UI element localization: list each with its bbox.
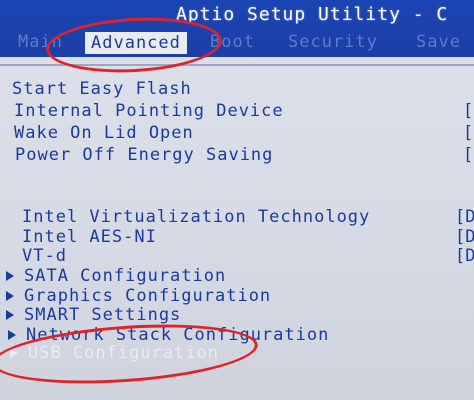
menu-item-label: Start Easy Flash: [12, 79, 192, 99]
menu-item-label: Intel AES-NI: [22, 227, 157, 247]
menu-item-label: Wake On Lid Open: [14, 123, 194, 143]
menu-item-intel-virtualization[interactable]: Intel Virtualization Technology: [22, 207, 370, 227]
menu-item-label: Internal Pointing Device: [14, 101, 284, 121]
submenu-arrow-icon: [6, 310, 14, 320]
menu-item-label: Power Off Energy Saving: [15, 145, 274, 165]
menu-item-label: Intel Virtualization Technology: [22, 207, 371, 227]
menu-item-network-stack-configuration[interactable]: Network Stack Configuration: [8, 325, 329, 345]
bios-header: Aptio Setup Utility - C Main Advanced Bo…: [0, 0, 474, 57]
setting-value: [D: [455, 227, 474, 247]
setting-value: [: [463, 123, 474, 143]
header-divider: [0, 64, 474, 66]
submenu-arrow-icon: [6, 271, 14, 281]
menu-item-start-easy-flash[interactable]: Start Easy Flash: [12, 79, 192, 99]
setting-value: [: [463, 101, 474, 121]
setting-value: [D: [455, 207, 474, 227]
menu-item-label: SATA Configuration: [24, 266, 227, 286]
submenu-arrow-icon: [10, 348, 18, 358]
window-title: Aptio Setup Utility - C: [176, 4, 449, 25]
tab-security[interactable]: Security: [288, 32, 378, 52]
menu-item-sata-configuration[interactable]: SATA Configuration: [6, 266, 226, 286]
menu-item-vt-d[interactable]: VT-d: [22, 246, 67, 266]
menu-item-intel-aes-ni[interactable]: Intel AES-NI: [22, 227, 157, 247]
menu-item-usb-configuration[interactable]: USB Configuration: [10, 343, 219, 363]
menu-item-label: Graphics Configuration: [24, 286, 272, 306]
tab-boot[interactable]: Boot: [210, 32, 255, 52]
menu-item-smart-settings[interactable]: SMART Settings: [6, 305, 181, 325]
menu-item-internal-pointing-device[interactable]: Internal Pointing Device: [14, 101, 284, 121]
tab-main[interactable]: Main: [18, 32, 63, 52]
bios-screen: Aptio Setup Utility - C Main Advanced Bo…: [0, 0, 474, 400]
menu-item-label: VT-d: [22, 246, 67, 266]
setting-value: [: [463, 145, 474, 165]
menu-item-wake-on-lid-open[interactable]: Wake On Lid Open: [14, 123, 194, 143]
submenu-arrow-icon: [6, 291, 14, 301]
tab-advanced[interactable]: Advanced: [85, 32, 187, 54]
menu-item-power-off-energy-saving[interactable]: Power Off Energy Saving: [15, 145, 273, 165]
menu-item-label: USB Configuration: [28, 343, 219, 363]
submenu-arrow-icon: [8, 330, 16, 340]
menu-item-label: SMART Settings: [24, 305, 182, 325]
tab-save[interactable]: Save: [416, 32, 461, 52]
menu-item-graphics-configuration[interactable]: Graphics Configuration: [6, 286, 271, 306]
menu-item-label: Network Stack Configuration: [26, 325, 330, 345]
setting-value: [D: [455, 246, 474, 266]
